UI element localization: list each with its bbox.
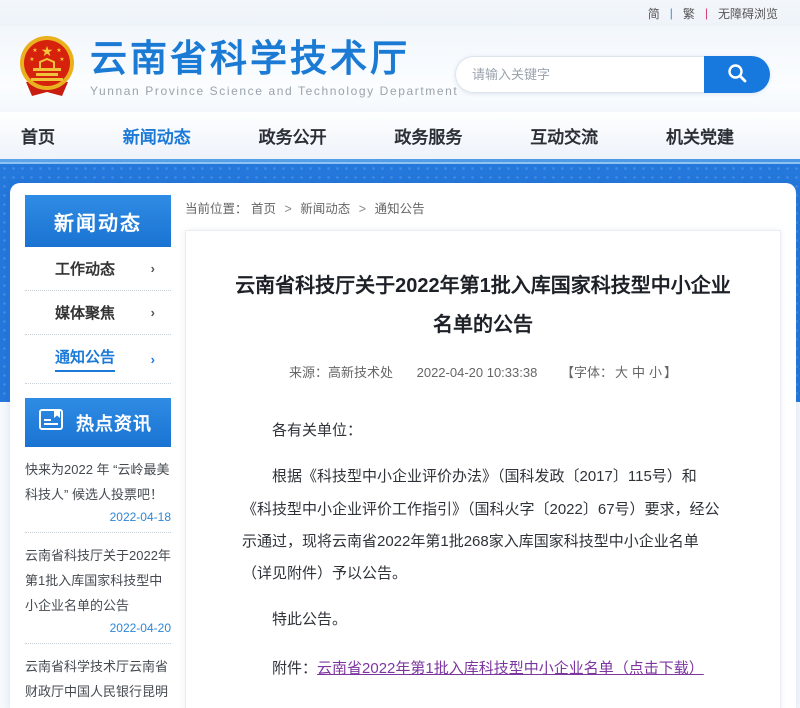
news-date: 2022-04-18	[25, 510, 171, 524]
font-size-prefix: 【字体：	[561, 365, 613, 380]
site-title: 云南省科学技术厅	[90, 38, 458, 81]
attachment-download-link[interactable]: 云南省2022年第1批入库科技型中小企业名单（点击下载）	[317, 660, 704, 677]
list-item[interactable]: 云南省科学技术厅云南省财政厅中国人民银行昆明中心支行中国银行保险监督管理委员会云…	[25, 644, 171, 708]
svg-text:★: ★	[29, 56, 34, 63]
font-size-medium-button[interactable]: 中	[632, 365, 645, 380]
article-title: 云南省科技厅关于2022年第1批入库国家科技型中小企业名单的公告	[220, 267, 746, 345]
site-logo-link[interactable]: ★ ★ ★ ★ ★ 云南省科学技术厅 Yunnan Province Scien…	[18, 34, 458, 102]
chevron-right-icon: ›	[151, 305, 155, 320]
article-datetime: 2022-04-20 10:33:38	[417, 365, 538, 380]
sidebar-item-work-news[interactable]: 工作动态 ›	[25, 247, 171, 291]
search-box	[455, 56, 770, 93]
breadcrumb: 当前位置： 首页 > 新闻动态 > 通知公告	[185, 198, 781, 217]
breadcrumb-news[interactable]: 新闻动态	[300, 202, 350, 216]
main-content: 当前位置： 首页 > 新闻动态 > 通知公告 云南省科技厅关于2022年第1批入…	[185, 183, 781, 708]
paragraph: 各有关单位：	[242, 415, 724, 447]
nav-item-gov-info[interactable]: 政务公开	[253, 113, 333, 158]
sidebar-item-media-focus[interactable]: 媒体聚焦 ›	[25, 291, 171, 335]
main-nav: 首页 新闻动态 政务公开 政务服务 互动交流 机关党建	[0, 112, 800, 159]
svg-text:★: ★	[56, 47, 61, 54]
svg-text:★: ★	[59, 56, 64, 63]
hot-news-header: 热点资讯	[25, 398, 171, 447]
breadcrumb-notices[interactable]: 通知公告	[375, 202, 425, 216]
sidebar-item-label: 媒体聚焦	[55, 302, 115, 323]
paragraph: 特此公告。	[242, 604, 724, 636]
font-size-suffix: 】	[664, 365, 677, 380]
nav-item-news[interactable]: 新闻动态	[117, 113, 197, 158]
traditional-chinese-link[interactable]: 繁	[683, 5, 695, 22]
nav-item-interaction[interactable]: 互动交流	[524, 113, 604, 158]
breadcrumb-separator: >	[359, 202, 366, 216]
sidebar-menu: 工作动态 › 媒体聚焦 › 通知公告 ›	[25, 247, 171, 384]
top-utility-bar: 简 | 繁 | 无障碍浏览	[0, 0, 800, 26]
hot-news-title: 热点资讯	[76, 410, 152, 436]
article-body: 各有关单位： 根据《科技型中小企业评价办法》（国科发政〔2017〕115号）和《…	[220, 415, 746, 708]
nav-item-news-label: 新闻动态	[123, 128, 191, 147]
article-source: 来源：高新技术处	[289, 365, 393, 380]
breadcrumb-home[interactable]: 首页	[251, 202, 276, 216]
hot-news-list: 快来为2022 年 “云岭最美科技人” 候选人投票吧！ 2022-04-18 云…	[25, 447, 171, 708]
search-icon	[726, 62, 748, 87]
nav-item-party-building[interactable]: 机关党建	[660, 113, 740, 158]
sidebar-item-notices[interactable]: 通知公告 ›	[25, 335, 171, 384]
breadcrumb-separator: >	[285, 202, 292, 216]
news-title: 快来为2022 年 “云岭最美科技人” 候选人投票吧！	[25, 457, 171, 508]
news-title: 云南省科技厅关于2022年第1批入库国家科技型中小企业名单的公告	[25, 543, 171, 619]
accessibility-link[interactable]: 无障碍浏览	[718, 5, 778, 22]
attachment-line: 附件：云南省2022年第1批入库科技型中小企业名单（点击下载）	[242, 653, 724, 685]
list-item[interactable]: 快来为2022 年 “云岭最美科技人” 候选人投票吧！ 2022-04-18	[25, 447, 171, 533]
list-item[interactable]: 云南省科技厅关于2022年第1批入库国家科技型中小企业名单的公告 2022-04…	[25, 533, 171, 644]
chevron-right-icon: ›	[151, 352, 155, 367]
sidebar: 新闻动态 工作动态 › 媒体聚焦 › 通知公告 ›	[25, 195, 171, 708]
separator: |	[705, 6, 708, 20]
svg-text:★: ★	[32, 47, 37, 54]
font-size-large-button[interactable]: 大	[615, 365, 628, 380]
search-button[interactable]	[704, 56, 770, 93]
site-subtitle-en: Yunnan Province Science and Technology D…	[90, 84, 458, 98]
breadcrumb-prefix: 当前位置：	[185, 202, 248, 216]
separator: |	[670, 6, 673, 20]
national-emblem-icon: ★ ★ ★ ★ ★	[18, 34, 76, 102]
attachment-label: 附件：	[272, 660, 317, 677]
simplified-chinese-link[interactable]: 简	[648, 5, 660, 22]
book-icon	[37, 406, 67, 439]
content-card: 新闻动态 工作动态 › 媒体聚焦 › 通知公告 ›	[10, 183, 796, 708]
news-title: 云南省科学技术厅云南省财政厅中国人民银行昆明中心支行中国银行保险监督管理委员会云…	[25, 654, 171, 708]
brand-text: 云南省科学技术厅 Yunnan Province Science and Tec…	[90, 38, 458, 99]
chevron-right-icon: ›	[151, 261, 155, 276]
sidebar-item-label: 通知公告	[55, 346, 115, 372]
site-header: ★ ★ ★ ★ ★ 云南省科学技术厅 Yunnan Province Scien…	[0, 26, 800, 112]
font-size-small-button[interactable]: 小	[649, 365, 662, 380]
search-input[interactable]	[455, 56, 704, 93]
nav-item-gov-services[interactable]: 政务服务	[388, 113, 468, 158]
font-size-control: 【字体：大中小】	[561, 365, 677, 380]
paragraph: 根据《科技型中小企业评价办法》（国科发政〔2017〕115号）和《科技型中小企业…	[242, 461, 724, 590]
article-meta: 来源：高新技术处 2022-04-20 10:33:38 【字体：大中小】	[220, 362, 746, 381]
svg-text:★: ★	[41, 43, 54, 59]
article: 云南省科技厅关于2022年第1批入库国家科技型中小企业名单的公告 来源：高新技术…	[185, 230, 781, 708]
nav-item-home[interactable]: 首页	[15, 113, 61, 158]
sidebar-section-title: 新闻动态	[25, 195, 171, 247]
sidebar-item-label: 工作动态	[55, 258, 115, 279]
news-date: 2022-04-20	[25, 621, 171, 635]
